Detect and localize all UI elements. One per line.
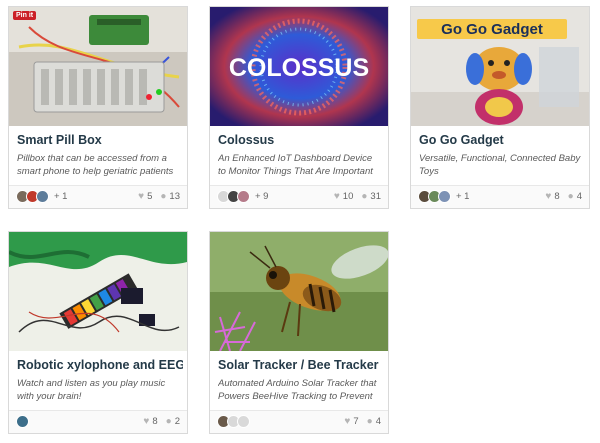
pin-it-button[interactable]: Pin it [13, 11, 37, 20]
likes-count: 8 [152, 416, 158, 427]
project-title[interactable]: Smart Pill Box [17, 133, 183, 147]
likes-count: 8 [554, 191, 560, 202]
card-stats: ♥ 8 ● 2 [143, 416, 180, 427]
heart-icon[interactable]: ♥ [344, 416, 350, 427]
comments-count: 4 [375, 416, 381, 427]
thumbnail-text: Go Go Gadget [441, 21, 543, 38]
project-card[interactable]: Pin it Smart Pill Box Pillbox that can b… [8, 6, 188, 209]
project-card[interactable]: Go Go Gadget Go Go Gadget Versatile, Fun… [410, 6, 590, 209]
thumbnail-text: COLOSSUS [229, 54, 369, 82]
project-card[interactable]: Solar Tracker / Bee Tracker Automated Ar… [209, 231, 389, 434]
card-footer: + 9 ♥ 10 ● 31 [210, 185, 388, 208]
card-stats: ♥ 7 ● 4 [344, 416, 381, 427]
more-members-count[interactable]: + 1 [456, 191, 469, 202]
more-members-count[interactable]: + 9 [255, 191, 268, 202]
likes-count: 7 [353, 416, 359, 427]
more-members-count[interactable]: + 1 [54, 191, 67, 202]
comment-icon[interactable]: ● [166, 416, 172, 427]
project-thumbnail[interactable]: Pin it [9, 7, 187, 126]
team-avatars[interactable] [217, 415, 250, 428]
comments-count: 2 [174, 416, 180, 427]
project-thumbnail[interactable]: Go Go Gadget [411, 7, 589, 126]
project-description: Pillbox that can be accessed from a smar… [17, 153, 174, 177]
card-footer: ♥ 7 ● 4 [210, 410, 388, 433]
project-title[interactable]: Go Go Gadget [419, 133, 585, 147]
heart-icon[interactable]: ♥ [143, 416, 149, 427]
heart-icon[interactable]: ♥ [334, 191, 340, 202]
card-footer: + 1 ♥ 8 ● 4 [411, 185, 589, 208]
card-stats: ♥ 8 ● 4 [545, 191, 582, 202]
project-description: An Enhanced IoT Dashboard Device to Moni… [218, 153, 373, 177]
project-card[interactable]: Robotic xylophone and EEG Watch and list… [8, 231, 188, 434]
avatar[interactable] [16, 415, 29, 428]
heart-icon[interactable]: ♥ [545, 191, 551, 202]
likes-count: 5 [147, 191, 153, 202]
likes-count: 10 [342, 191, 354, 202]
comment-icon[interactable]: ● [160, 191, 166, 202]
team-avatars[interactable]: + 9 [217, 190, 268, 203]
comments-count: 31 [370, 191, 381, 202]
card-footer: + 1 ♥ 5 ● 13 [9, 185, 187, 208]
comment-icon[interactable]: ● [361, 191, 367, 202]
card-stats: ♥ 5 ● 13 [138, 191, 180, 202]
card-footer: ♥ 8 ● 2 [9, 410, 187, 433]
avatar[interactable] [237, 190, 250, 203]
project-thumbnail[interactable]: COLOSSUS [210, 7, 388, 126]
avatar[interactable] [36, 190, 49, 203]
card-stats: ♥ 10 ● 31 [334, 191, 381, 202]
heart-icon[interactable]: ♥ [138, 191, 144, 202]
project-thumbnail[interactable] [210, 232, 388, 351]
project-thumbnail[interactable] [9, 232, 187, 351]
comment-icon[interactable]: ● [568, 191, 574, 202]
comments-count: 4 [576, 191, 582, 202]
project-description: Versatile, Functional, Connected Baby To… [419, 153, 581, 177]
project-title[interactable]: Robotic xylophone and EEG [17, 358, 183, 372]
project-description: Automated Arduino Solar Tracker that Pow… [218, 378, 377, 402]
avatar[interactable] [438, 190, 451, 203]
team-avatars[interactable] [16, 415, 29, 428]
comment-icon[interactable]: ● [367, 416, 373, 427]
comments-count: 13 [169, 191, 180, 202]
project-title[interactable]: Colossus [218, 133, 384, 147]
avatar[interactable] [237, 415, 250, 428]
project-title[interactable]: Solar Tracker / Bee Tracker [218, 358, 384, 372]
team-avatars[interactable]: + 1 [418, 190, 469, 203]
project-description: Watch and listen as you play music with … [17, 378, 166, 402]
project-card[interactable]: COLOSSUS Colossus An Enhanced IoT Dashbo… [209, 6, 389, 209]
team-avatars[interactable]: + 1 [16, 190, 67, 203]
